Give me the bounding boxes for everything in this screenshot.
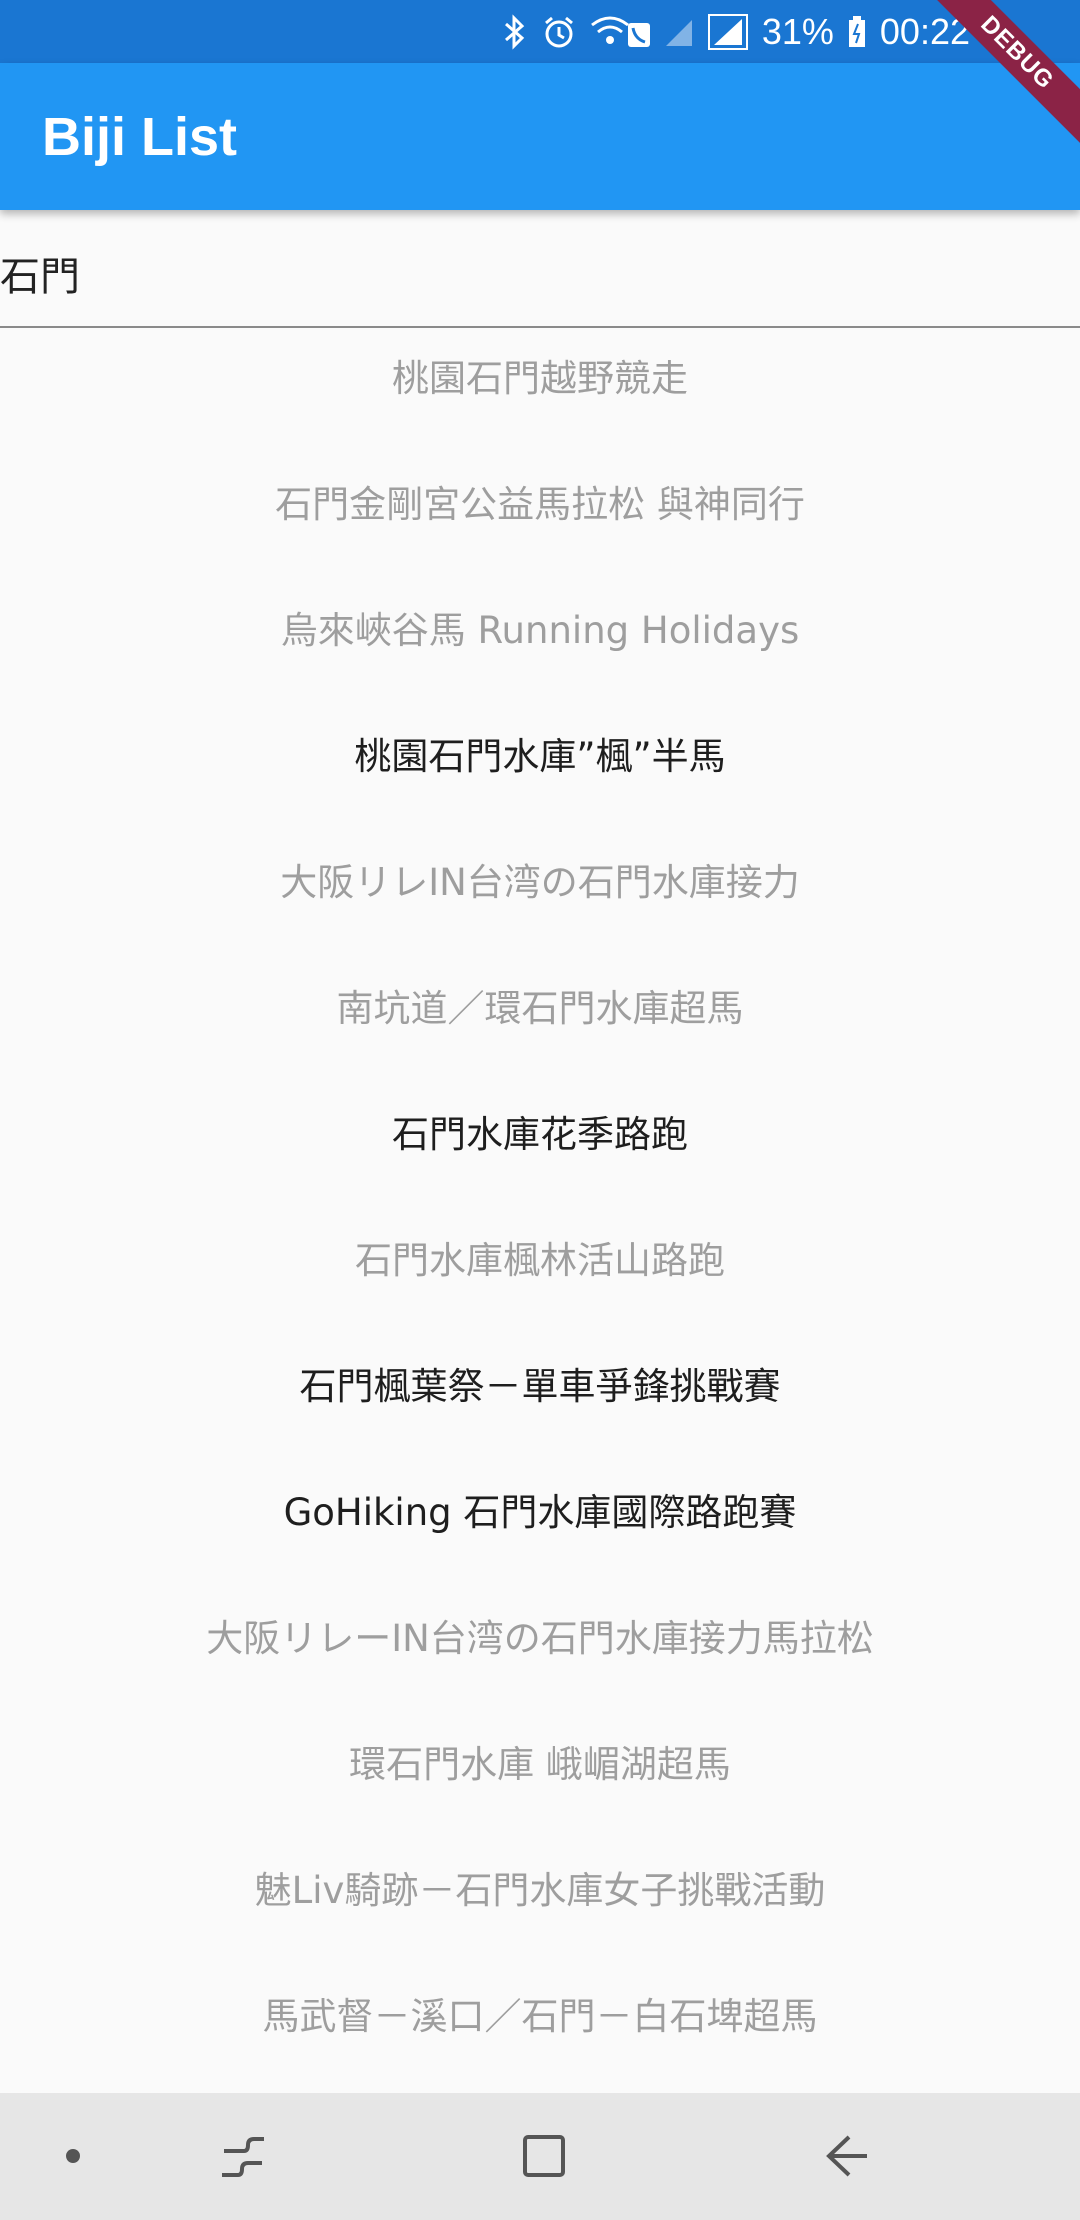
status-bar: 31% 00:22 xyxy=(0,0,1080,63)
page-title: Biji List xyxy=(42,106,238,167)
list-item[interactable]: 石門水庫花季路跑 xyxy=(0,1086,1080,1176)
list-item[interactable]: 環石門水庫 峨嵋湖超馬 xyxy=(0,1716,1080,1806)
list-item[interactable]: 馬武督－溪口／石門－白石埤超馬 xyxy=(0,1968,1080,2058)
list-item[interactable]: 大阪リレIN台湾の石門水庫接力 xyxy=(0,834,1080,924)
wifi-call-icon xyxy=(590,15,650,49)
list-item[interactable]: GoHiking 石門水庫國際路跑賽 xyxy=(0,1464,1080,1554)
dot-icon[interactable] xyxy=(38,2121,108,2191)
search-field xyxy=(0,210,1080,328)
app-bar: Biji List xyxy=(0,63,1080,210)
battery-icon xyxy=(848,15,866,48)
home-icon[interactable] xyxy=(509,2121,579,2191)
list-item[interactable]: 桃園石門越野競走 xyxy=(0,330,1080,420)
clock: 00:22 xyxy=(879,10,970,52)
list-item[interactable]: 石門水庫楓林活山路跑 xyxy=(0,1212,1080,1302)
navigation-bar xyxy=(0,2093,1080,2220)
list-item[interactable]: 烏來峽谷馬 Running Holidays xyxy=(0,582,1080,672)
recent-apps-icon[interactable] xyxy=(208,2121,278,2191)
list-item[interactable]: 石門金剛宮公益馬拉松 與神同行 xyxy=(0,456,1080,546)
bluetooth-icon xyxy=(502,13,528,50)
list-item[interactable]: 魅Liv騎跡－石門水庫女子挑戰活動 xyxy=(0,1842,1080,1932)
search-input[interactable] xyxy=(0,238,1060,308)
list-item[interactable]: 南坑道／環石門水庫超馬 xyxy=(0,960,1080,1050)
list-item[interactable]: 桃園石門水庫”楓”半馬 xyxy=(0,708,1080,798)
alarm-icon xyxy=(542,15,576,49)
signal-icon xyxy=(664,16,694,48)
back-icon[interactable] xyxy=(811,2121,881,2191)
battery-percent: 31% xyxy=(761,10,834,52)
list-item[interactable]: 石門楓葉祭－單車爭鋒挑戰賽 xyxy=(0,1338,1080,1428)
signal-icon xyxy=(707,13,748,50)
list-item[interactable]: 大阪リレーIN台湾の石門水庫接力馬拉松 xyxy=(0,1590,1080,1680)
